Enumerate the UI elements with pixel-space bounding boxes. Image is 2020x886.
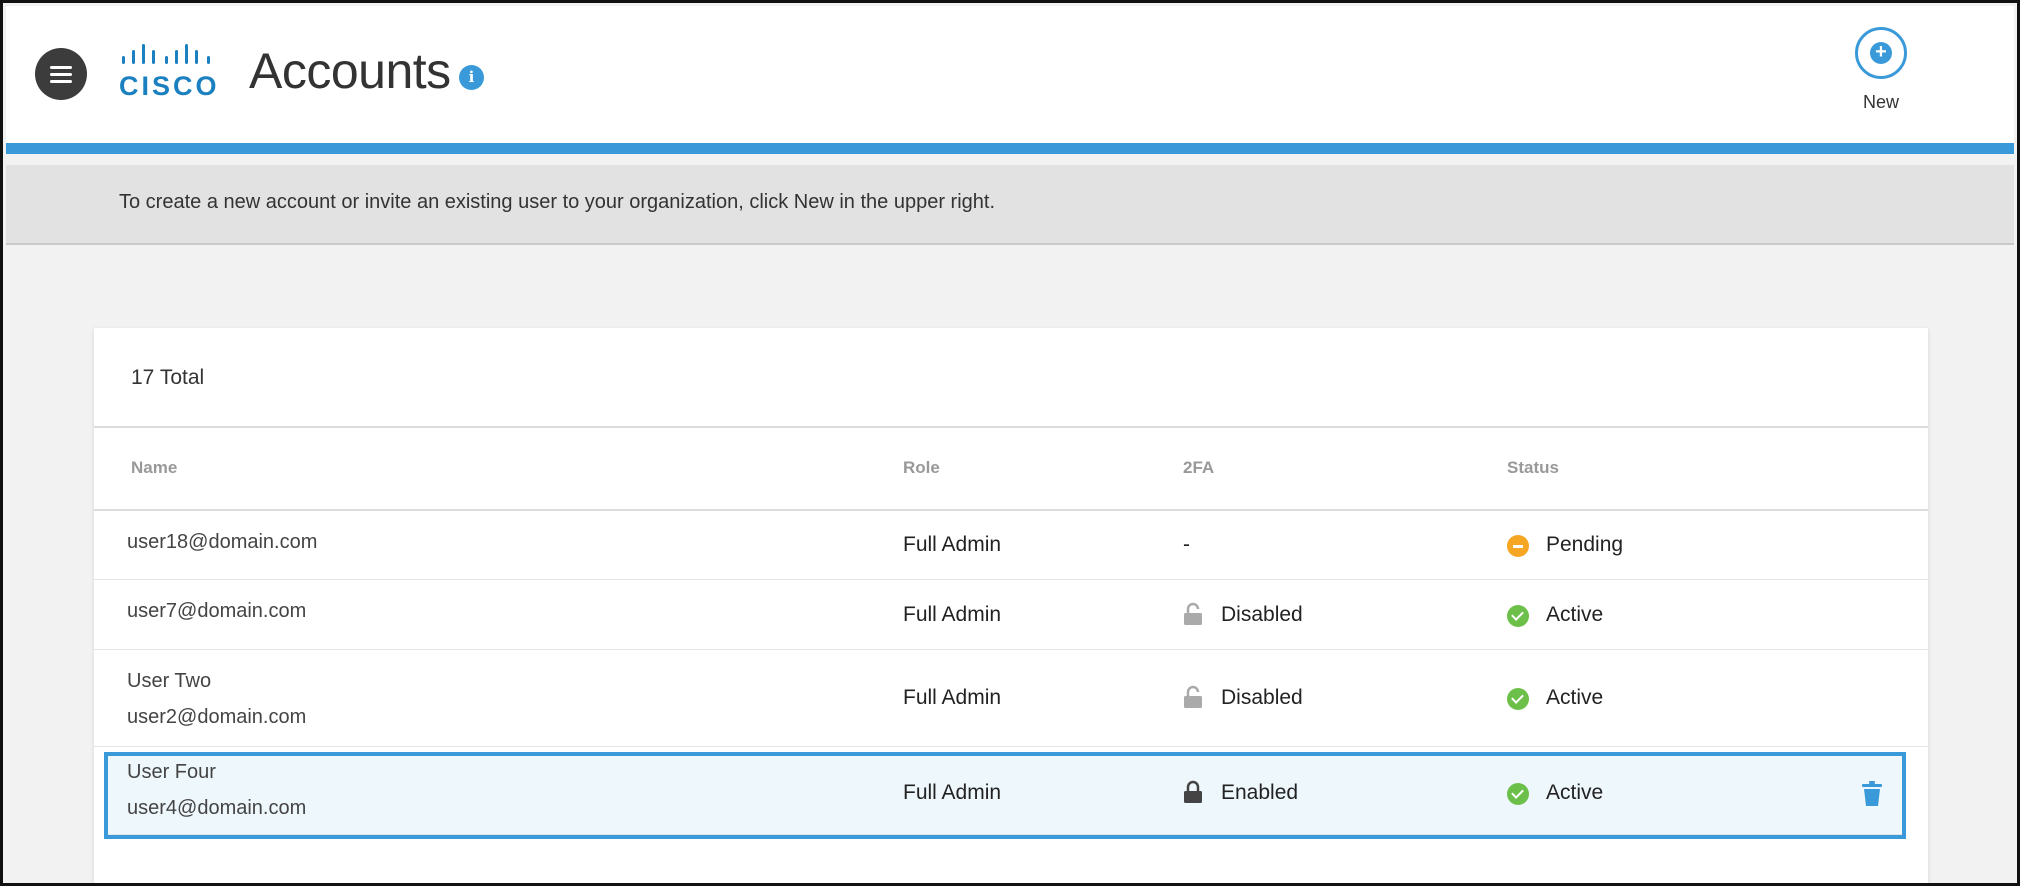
- divider: [94, 426, 1928, 428]
- row-2fa: Disabled: [1221, 603, 1303, 626]
- column-header-name[interactable]: Name: [131, 458, 177, 478]
- info-banner: To create a new account or invite an exi…: [6, 165, 2014, 245]
- table-row-selected[interactable]: User Four user4@domain.com Full Admin En…: [104, 752, 1906, 839]
- locked-icon: [1184, 780, 1202, 803]
- unlocked-icon: [1184, 685, 1202, 708]
- row-status: Active: [1546, 781, 1604, 804]
- add-circle-icon: +: [1855, 27, 1907, 79]
- row-status: Active: [1546, 686, 1604, 709]
- row-status: Active: [1546, 603, 1604, 626]
- row-2fa: Enabled: [1221, 781, 1299, 804]
- row-email: user7@domain.com: [127, 600, 307, 622]
- check-icon: [1507, 688, 1529, 710]
- trash-icon[interactable]: [1861, 781, 1883, 807]
- new-button-label: New: [1862, 92, 1899, 112]
- page-header: CISCO Accounts i + New: [6, 6, 2014, 154]
- row-email: user2@domain.com: [127, 706, 307, 728]
- info-icon[interactable]: i: [459, 65, 484, 90]
- menu-icon[interactable]: [35, 48, 87, 100]
- row-name: User Two: [127, 670, 212, 692]
- table-row[interactable]: User Two user2@domain.com Full Admin Dis…: [94, 650, 1928, 747]
- row-role: Full Admin: [903, 603, 1002, 626]
- banner-text: To create a new account or invite an exi…: [119, 191, 996, 213]
- column-header-role[interactable]: Role: [903, 458, 940, 478]
- row-role: Full Admin: [903, 781, 1002, 804]
- total-count: 17 Total: [131, 366, 205, 389]
- plus-icon: +: [1870, 42, 1892, 64]
- page-title: Accounts: [249, 43, 451, 99]
- unlocked-icon: [1184, 602, 1202, 625]
- app-window: CISCO Accounts i + New To create a new a…: [0, 0, 2020, 886]
- row-status: Pending: [1546, 533, 1624, 556]
- accounts-card: 17 Total Name Role 2FA Status user18@dom…: [94, 328, 1928, 883]
- table-row[interactable]: user18@domain.com Full Admin - Pending: [94, 511, 1928, 580]
- column-header-status[interactable]: Status: [1507, 458, 1559, 478]
- pending-icon: [1507, 535, 1529, 557]
- logo-text: CISCO: [119, 71, 220, 101]
- row-email: user18@domain.com: [127, 531, 318, 553]
- column-header-2fa[interactable]: 2FA: [1183, 458, 1214, 478]
- table-row[interactable]: user7@domain.com Full Admin Disabled Act…: [94, 580, 1928, 650]
- check-icon: [1507, 605, 1529, 627]
- new-button[interactable]: + New: [1846, 24, 1916, 124]
- row-role: Full Admin: [903, 686, 1002, 709]
- row-name: User Four: [127, 761, 216, 783]
- row-role: Full Admin: [903, 533, 1002, 556]
- row-2fa: Disabled: [1221, 686, 1303, 709]
- row-2fa: -: [1183, 533, 1190, 556]
- row-email: user4@domain.com: [127, 797, 307, 819]
- cisco-logo: CISCO: [119, 44, 217, 101]
- check-icon: [1507, 783, 1529, 805]
